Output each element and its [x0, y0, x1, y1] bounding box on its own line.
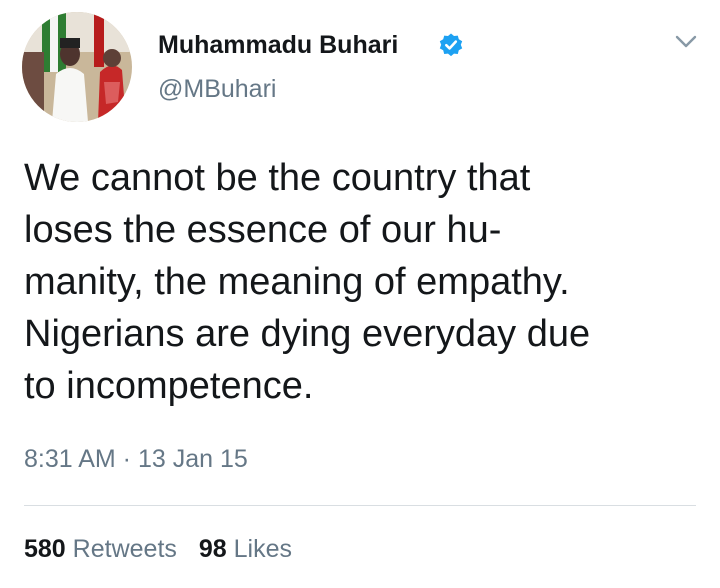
- tweet-text-line: manity, the meaning of empathy.: [24, 261, 570, 303]
- author-handle[interactable]: @MBuhari: [158, 72, 276, 106]
- tweet-text-line: to incompetence.: [24, 365, 314, 407]
- author-display-name[interactable]: Muhammadu Buhari: [158, 28, 398, 62]
- tweet-timestamp[interactable]: 8:31 AM · 13 Jan 15: [24, 442, 248, 476]
- tweet-card: Muhammadu Buhari @MBuhari We cannot be t…: [0, 0, 720, 588]
- tweet-text-line: Nigerians are dying everyday due: [24, 313, 591, 355]
- retweets-count: 580: [24, 535, 66, 563]
- verified-badge-icon: [439, 33, 463, 57]
- tweet-text-line: loses the essence of our hu-: [24, 209, 502, 251]
- likes-stat[interactable]: 98 Likes: [199, 535, 292, 563]
- likes-label: Likes: [233, 535, 293, 563]
- tweet-text-line: We cannot be the country that: [24, 157, 531, 199]
- divider: [24, 505, 696, 506]
- avatar-photo: [22, 12, 132, 122]
- tweet-stats: 580 Retweets 98 Likes: [24, 532, 292, 566]
- avatar[interactable]: [22, 12, 132, 122]
- retweets-label: Retweets: [72, 535, 177, 563]
- chevron-down-icon[interactable]: [672, 30, 700, 52]
- likes-count: 98: [198, 535, 227, 563]
- tweet-text: We cannot be the country that loses the …: [24, 152, 704, 412]
- retweets-stat[interactable]: 580 Retweets: [24, 535, 177, 563]
